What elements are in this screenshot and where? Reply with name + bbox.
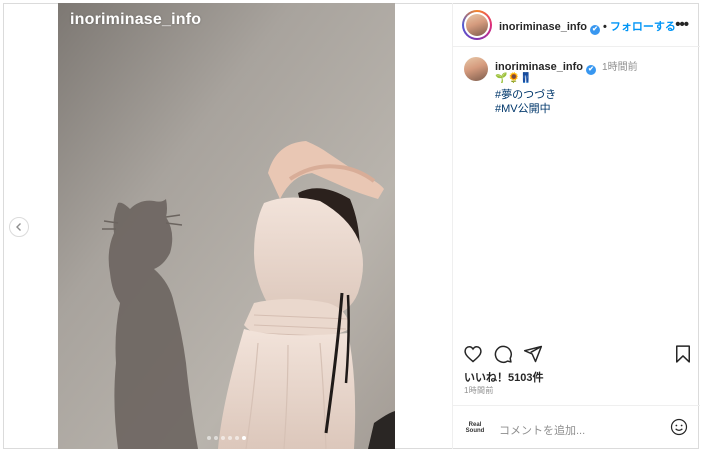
carousel-prev-button[interactable] — [9, 217, 29, 237]
header-username[interactable]: inoriminase_info — [499, 21, 587, 33]
verified-badge-icon: ✔ — [586, 65, 597, 75]
logo-line: Sound — [465, 428, 485, 434]
emoji-icon[interactable] — [670, 418, 688, 436]
carousel-dot — [207, 436, 211, 440]
caption-username[interactable]: inoriminase_info — [495, 61, 583, 73]
photo-illustration — [58, 3, 395, 449]
comment-input[interactable]: コメントを追加... — [499, 422, 585, 438]
bookmark-icon[interactable] — [673, 344, 693, 364]
like-count[interactable]: いいね！5103件 — [464, 369, 543, 385]
carousel-dot — [235, 436, 239, 440]
post-side-panel: inoriminase_info ✔ • フォローする ••• inoriminase… — [452, 3, 700, 449]
caption-emoji: 🌱🌻👖 — [495, 73, 533, 84]
separator-dot: • — [603, 21, 607, 33]
carousel-dot — [221, 436, 225, 440]
post-image[interactable]: inoriminase_info — [58, 3, 395, 449]
heart-icon[interactable] — [463, 344, 483, 364]
carousel-dots — [58, 436, 395, 440]
hashtag-link[interactable]: #MV公開中 — [495, 100, 551, 116]
carousel-dot — [214, 436, 218, 440]
chevron-left-icon — [16, 223, 21, 231]
caption-avatar[interactable] — [464, 57, 488, 81]
post-header: inoriminase_info ✔ • フォローする ••• — [453, 3, 700, 47]
action-bar — [463, 344, 691, 364]
verified-badge-icon: ✔ — [590, 25, 601, 35]
share-icon[interactable] — [523, 344, 543, 364]
image-watermark: inoriminase_info — [70, 11, 202, 28]
follow-button[interactable]: フォローする — [610, 21, 676, 33]
caption-time: 1時間前 — [602, 62, 638, 73]
header-user-row: inoriminase_info ✔ • フォローする — [499, 18, 676, 35]
more-icon[interactable]: ••• — [675, 16, 689, 33]
comment-bar: Real Sound コメントを追加... — [453, 405, 700, 449]
carousel-dot-active — [242, 436, 246, 440]
comment-icon[interactable] — [493, 344, 513, 364]
realsound-logo: Real Sound — [465, 422, 485, 434]
post-time: 1時間前 — [464, 386, 494, 395]
header-avatar[interactable] — [462, 10, 492, 40]
carousel-dot — [228, 436, 232, 440]
